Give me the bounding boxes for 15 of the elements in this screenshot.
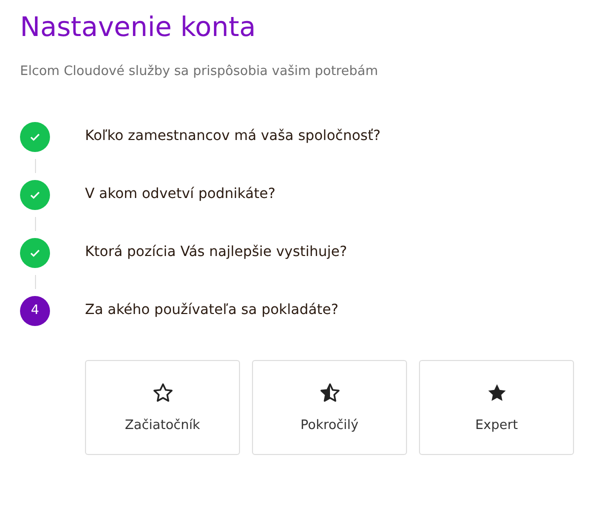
step-number: 4 <box>20 296 50 326</box>
step-label: Ktorá pozícia Vás najlepšie vystihuje? <box>85 243 348 262</box>
subtitle: Elcom Cloudové služby sa prispôsobia vašim potrebám <box>20 63 378 81</box>
level-option[interactable]: Pokročilý <box>252 360 407 454</box>
star-outline-icon <box>152 382 174 404</box>
page-title: Nastavenie konta <box>20 11 256 45</box>
step-label: V akom odvetví podnikáte? <box>85 185 276 204</box>
half-star-icon <box>318 382 340 404</box>
level-option[interactable]: Začiatočník <box>85 360 240 454</box>
step-label: Koľko zamestnancov má vaša spoločnosť? <box>85 127 381 146</box>
step-label: Za akého používateľa sa pokladáte? <box>85 301 338 320</box>
check-icon <box>20 238 50 268</box>
level-option[interactable]: Expert <box>419 360 574 454</box>
check-icon <box>20 180 50 210</box>
check-icon <box>20 122 50 152</box>
